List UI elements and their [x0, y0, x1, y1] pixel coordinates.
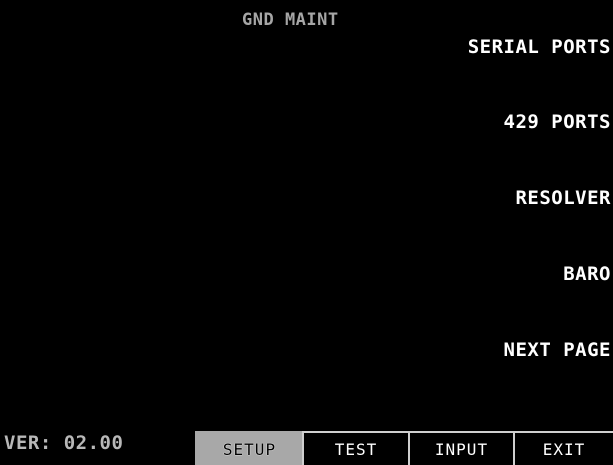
softkey-test[interactable]: TEST: [302, 431, 408, 465]
page-title: GND MAINT: [242, 10, 339, 30]
menu-item-429-ports[interactable]: 429 PORTS: [504, 111, 611, 133]
softkey-setup[interactable]: SETUP: [195, 431, 302, 465]
softkey-bar: SETUP TEST INPUT EXIT: [195, 431, 613, 465]
gnd-maint-screen: GND MAINT SERIAL PORTS 429 PORTS RESOLVE…: [0, 0, 613, 465]
menu-item-serial-ports[interactable]: SERIAL PORTS: [468, 36, 611, 58]
menu-item-baro[interactable]: BARO: [563, 263, 611, 285]
menu-item-next-page[interactable]: NEXT PAGE: [504, 339, 611, 361]
softkey-exit[interactable]: EXIT: [513, 431, 613, 465]
softkey-input[interactable]: INPUT: [408, 431, 513, 465]
menu-item-resolver[interactable]: RESOLVER: [515, 187, 611, 209]
version-label: VER: 02.00: [4, 432, 124, 454]
